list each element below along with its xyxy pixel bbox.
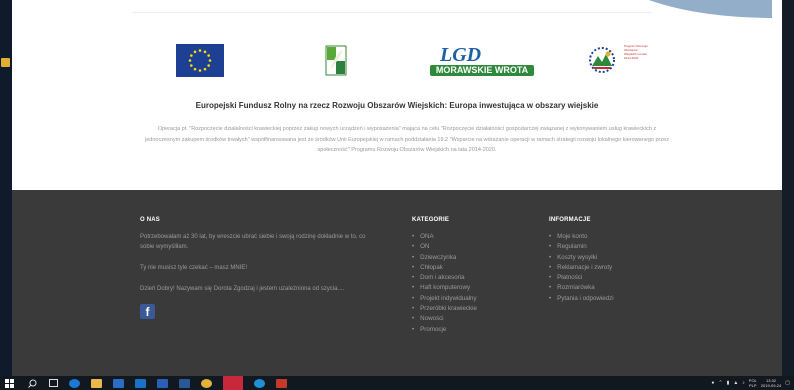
lgd-logo-title: LGD xyxy=(440,44,482,66)
eu-star xyxy=(203,50,207,54)
info-column: INFORMACJE Moje konto Regulamin Koszty w… xyxy=(549,217,689,304)
app-icon[interactable] xyxy=(1,58,10,67)
eu-star xyxy=(188,59,192,62)
edge-icon[interactable] xyxy=(69,378,80,388)
decorative-shape xyxy=(602,0,772,18)
category-link[interactable]: Haft komputerowy xyxy=(412,283,532,293)
category-link[interactable]: Chłopak xyxy=(412,263,532,273)
category-link[interactable]: Przeróbki krawieckie xyxy=(412,304,532,314)
clock-date: 2019-09-24 xyxy=(760,383,782,388)
info-link[interactable]: Moje konto xyxy=(549,232,689,242)
eu-star xyxy=(207,54,210,57)
info-heading: INFORMACJE xyxy=(549,217,591,223)
about-text-1: Potrzebowałam aż 30 lat, by wreszcie ubr… xyxy=(140,234,366,250)
info-link[interactable]: Regulamin xyxy=(549,242,689,252)
category-link[interactable]: Dom i akcesoria xyxy=(412,273,532,283)
about-heading: O NAS xyxy=(140,217,161,223)
system-tray: ● ⌃ ▮ ▲ ♪ POL PLP 13:32 2019-09-24 ▢ xyxy=(711,376,790,390)
category-link[interactable]: Promocje xyxy=(412,325,532,335)
clock[interactable]: 13:32 2019-09-24 xyxy=(761,378,781,388)
info-link[interactable]: Pytania i odpowiedzi xyxy=(549,294,689,304)
about-column: O NAS Potrzebowałam aż 30 lat, by wreszc… xyxy=(140,217,380,319)
eu-star xyxy=(208,59,212,62)
search-icon[interactable] xyxy=(28,378,37,388)
eu-flag-logo xyxy=(176,44,224,77)
eu-star xyxy=(203,67,207,71)
lgd-logo: LGD MORAWSKIE WROTA xyxy=(430,45,534,79)
language-indicator[interactable]: POL PLP xyxy=(749,378,757,388)
eu-stars-icon xyxy=(188,49,212,72)
info-link[interactable]: Reklamacje i zwroty xyxy=(549,263,689,273)
powerpoint-icon[interactable] xyxy=(276,378,287,388)
app-icon[interactable] xyxy=(157,378,168,388)
keyboard-layout: PLP xyxy=(749,383,757,388)
fund-title: Europejski Fundusz Rolny na rzecz Rozwoj… xyxy=(195,101,599,110)
divider xyxy=(132,12,652,13)
chrome-icon[interactable] xyxy=(201,378,212,388)
word-icon[interactable] xyxy=(179,378,190,388)
eu-star xyxy=(190,64,193,67)
volume-icon[interactable]: ♪ xyxy=(742,380,745,386)
notifications-icon[interactable]: ▢ xyxy=(785,380,790,386)
info-link[interactable]: Płatności xyxy=(549,273,689,283)
right-window-edge xyxy=(782,0,794,376)
windows-taskbar: ● ⌃ ▮ ▲ ♪ POL PLP 13:32 2019-09-24 ▢ xyxy=(0,376,794,390)
facebook-icon[interactable]: f xyxy=(140,304,155,319)
eu-star xyxy=(193,67,197,71)
windows-start-icon[interactable] xyxy=(5,378,14,388)
about-text-2: Ty nie musisz tyle czekać – masz MNIE! xyxy=(140,265,248,271)
chevron-up-icon[interactable]: ⌃ xyxy=(718,380,722,386)
categories-heading: KATEGORIE xyxy=(412,217,450,223)
category-link[interactable]: Projekt indywidualny xyxy=(412,294,532,304)
site-footer: O NAS Potrzebowałam aż 30 lat, by wreszc… xyxy=(12,190,782,376)
skype-icon[interactable] xyxy=(254,378,265,388)
task-view-icon[interactable] xyxy=(49,378,58,388)
info-link[interactable]: Rozmiarówka xyxy=(549,283,689,293)
eu-star xyxy=(207,64,210,67)
eu-star xyxy=(190,54,193,57)
info-link[interactable]: Koszty wysyłki xyxy=(549,253,689,263)
operation-description: Operacja pt. "Rozpoczęcie działalności k… xyxy=(145,126,669,153)
category-link[interactable]: Nowości xyxy=(412,314,532,324)
prow-logo-text: Program Rozwoju Obszarów Wiejskich na la… xyxy=(624,44,648,60)
network-icon[interactable]: ▲ xyxy=(733,380,738,386)
outlook-icon[interactable] xyxy=(135,378,146,388)
battery-icon[interactable]: ▮ xyxy=(727,380,730,386)
prow-logo: Program Rozwoju Obszarów Wiejskich na la… xyxy=(582,42,652,78)
eu-star xyxy=(198,49,202,52)
eu-star xyxy=(198,69,202,72)
store-icon[interactable] xyxy=(113,378,124,388)
lgd-logo-subtitle: MORAWSKIE WROTA xyxy=(430,65,534,76)
category-link[interactable]: ONA xyxy=(412,232,532,242)
category-link[interactable]: Dziewczynka xyxy=(412,253,532,263)
categories-column: KATEGORIE ONA ON Dziewczynka Chłopak Dom… xyxy=(412,217,532,335)
leader-logo xyxy=(318,44,354,77)
active-app-icon[interactable] xyxy=(223,376,243,390)
web-page: LGD MORAWSKIE WROTA Program Rozwoju Obsz… xyxy=(12,0,782,376)
category-link[interactable]: ON xyxy=(412,242,532,252)
file-explorer-icon[interactable] xyxy=(91,378,102,388)
about-text-3[interactable]: Dzień Dobry! Nazywam się Dorota Zgodzaj … xyxy=(140,284,380,294)
people-icon[interactable]: ● xyxy=(711,380,714,386)
left-window-edge xyxy=(0,0,12,376)
eu-star xyxy=(193,50,197,54)
